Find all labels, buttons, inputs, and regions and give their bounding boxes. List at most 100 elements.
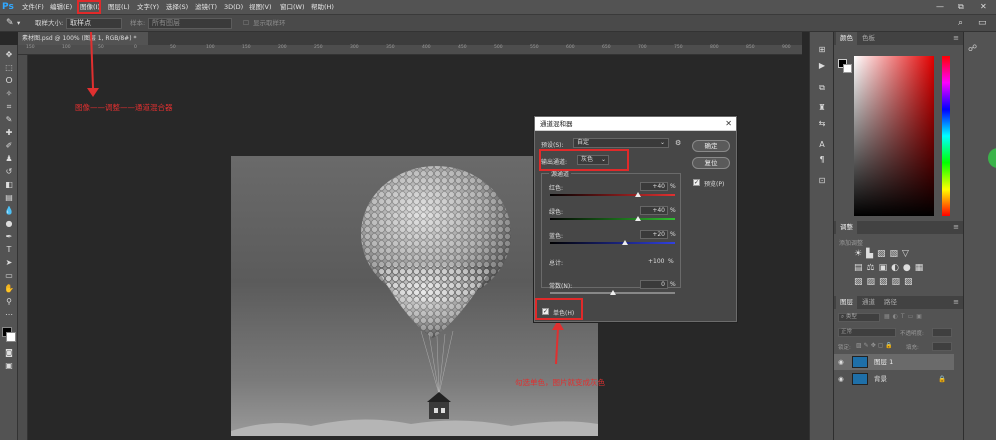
type-tool-icon[interactable]: T	[3, 244, 15, 255]
tab-color[interactable]: 颜色	[836, 32, 857, 45]
lock-icon: 🔒	[938, 375, 947, 383]
paragraph-panel-icon[interactable]: ¶	[816, 154, 828, 165]
red-slider-track[interactable]	[550, 194, 675, 196]
ok-button[interactable]: 确定	[692, 140, 730, 152]
properties-panel-icon[interactable]: ⧉	[816, 82, 828, 93]
layer-kind-label: 类型	[845, 314, 857, 320]
tab-swatches[interactable]: 色板	[858, 32, 879, 45]
tab-layers[interactable]: 图层	[836, 296, 857, 309]
opacity-field[interactable]	[932, 328, 952, 337]
dialog-title: 通道混和器	[535, 117, 736, 131]
blue-slider-track[interactable]	[550, 242, 675, 244]
shape-tool-icon[interactable]: ▭	[3, 270, 15, 281]
lock-icons[interactable]: ▨✎✥▢🔒	[856, 342, 895, 349]
close-window-button[interactable]: ✕	[980, 0, 987, 13]
red-value-field[interactable]: +40	[640, 182, 668, 191]
red-slider-handle[interactable]	[634, 192, 641, 197]
constant-value-field[interactable]: 0	[640, 280, 668, 289]
dodge-tool-icon[interactable]: ●	[3, 218, 15, 229]
adjustment-icons-row-1[interactable]: ☀▙▨▧▽	[854, 249, 913, 259]
tab-channels[interactable]: 通道	[858, 296, 879, 309]
green-value-field[interactable]: +40	[640, 206, 668, 215]
blue-value-field[interactable]: +20	[640, 230, 668, 239]
panel-menu-icon[interactable]: ≡	[953, 221, 959, 234]
tool-preset-chevron-icon[interactable]: ▾	[17, 15, 20, 32]
search-icon[interactable]: ⌕	[958, 15, 963, 32]
menu-type[interactable]: 文字(Y)	[137, 0, 159, 15]
history-brush-icon[interactable]: ↺	[3, 166, 15, 177]
quick-mask-icon[interactable]: ◙	[3, 347, 15, 358]
hand-tool-icon[interactable]: ✋	[3, 283, 15, 294]
panel-menu-icon[interactable]: ≡	[953, 32, 959, 45]
tab-adjustments[interactable]: 调整	[836, 221, 857, 234]
more-tools-icon[interactable]: ⋯	[3, 309, 15, 320]
quick-select-icon[interactable]: ✧	[3, 88, 15, 99]
color-picker-field[interactable]	[854, 56, 934, 216]
adjustment-icons-row-3[interactable]: ▨▨▨▨▨	[854, 277, 917, 287]
layer-kind-filter[interactable]: ⌕ 类型	[838, 313, 880, 322]
eyedropper-icon[interactable]: ✎	[6, 15, 14, 32]
tools-panel: ✥ ⬚ ⵔ ✧ ⌗ ✎ ✚ ✐ ♟ ↺ ◧ ▤ 💧 ● ✒ T ➤ ▭ ✋ ⚲ …	[0, 45, 18, 440]
blur-tool-icon[interactable]: 💧	[3, 205, 15, 216]
tab-paths[interactable]: 路径	[880, 296, 901, 309]
zoom-tool-icon[interactable]: ⚲	[3, 296, 15, 307]
dialog-close-icon[interactable]: ✕	[725, 117, 732, 131]
tool-presets-icon[interactable]: ⇆	[816, 118, 828, 129]
blend-mode-dropdown[interactable]: 正常	[838, 328, 896, 337]
path-select-icon[interactable]: ➤	[3, 257, 15, 268]
menu-view[interactable]: 视图(V)	[249, 0, 272, 15]
healing-brush-icon[interactable]: ✚	[3, 127, 15, 138]
brush-panel-icon[interactable]: ♜	[816, 102, 828, 113]
preset-dropdown[interactable]: 自定 ⌄	[573, 138, 669, 148]
menu-edit[interactable]: 编辑(E)	[50, 0, 72, 15]
actions-panel-icon[interactable]: ▶	[816, 60, 828, 71]
menu-help[interactable]: 帮助(H)	[311, 0, 334, 15]
layer-row[interactable]: ◉ 背景 🔒	[834, 371, 954, 387]
preset-gear-icon[interactable]: ⚙	[675, 139, 681, 147]
eye-icon[interactable]: ◉	[838, 354, 844, 370]
hue-slider[interactable]	[942, 56, 950, 216]
pen-tool-icon[interactable]: ✒	[3, 231, 15, 242]
eraser-tool-icon[interactable]: ◧	[3, 179, 15, 190]
sample-dropdown[interactable]: 所有图层	[148, 18, 232, 29]
workspace-icon[interactable]: ▭	[978, 15, 987, 32]
menu-file[interactable]: 文件(F)	[22, 0, 44, 15]
menu-window[interactable]: 窗口(W)	[280, 0, 305, 15]
constant-slider-handle[interactable]	[609, 290, 616, 295]
blue-value: +20	[652, 231, 665, 238]
layer-row[interactable]: ◉ 图层 1	[834, 354, 954, 370]
layer-filter-icons[interactable]: ▦◐T▭▣	[884, 313, 954, 322]
crop-tool-icon[interactable]: ⌗	[3, 101, 15, 112]
clone-stamp-icon[interactable]: ♟	[3, 153, 15, 164]
preview-checkbox[interactable]: ✓	[693, 179, 700, 186]
character-panel-icon[interactable]: A	[816, 139, 828, 150]
libraries-icon[interactable]: ☍	[968, 44, 977, 54]
minimize-button[interactable]: —	[936, 0, 944, 13]
brush-tool-icon[interactable]: ✐	[3, 140, 15, 151]
show-ring-checkbox[interactable]: ☐	[243, 15, 249, 32]
background-swatch[interactable]	[843, 64, 852, 73]
marquee-tool-icon[interactable]: ⬚	[3, 62, 15, 73]
eyedropper-tool-icon[interactable]: ✎	[3, 114, 15, 125]
history-panel-icon[interactable]: ⊞	[816, 44, 828, 55]
eye-icon[interactable]: ◉	[838, 371, 844, 387]
adjustment-icons-row-2[interactable]: ▤⚖▣◐●▦	[854, 263, 927, 273]
menu-layer[interactable]: 图层(L)	[108, 0, 130, 15]
side-badge-icon[interactable]	[988, 148, 996, 168]
menu-3d[interactable]: 3D(D)	[224, 0, 243, 15]
background-color-swatch[interactable]	[6, 332, 16, 342]
menu-filter[interactable]: 滤镜(T)	[195, 0, 217, 15]
info-panel-icon[interactable]: ⊡	[816, 175, 828, 186]
blue-slider-handle[interactable]	[622, 240, 628, 245]
move-tool-icon[interactable]: ✥	[3, 49, 15, 60]
green-slider-handle[interactable]	[634, 216, 641, 221]
panel-menu-icon[interactable]: ≡	[953, 296, 959, 309]
green-slider-track[interactable]	[550, 218, 675, 220]
reset-button[interactable]: 复位	[692, 157, 730, 169]
fill-field[interactable]	[932, 342, 952, 351]
screen-mode-icon[interactable]: ▣	[3, 360, 15, 371]
restore-button[interactable]: ⧉	[958, 0, 964, 13]
lasso-tool-icon[interactable]: ⵔ	[3, 75, 15, 86]
gradient-tool-icon[interactable]: ▤	[3, 192, 15, 203]
menu-select[interactable]: 选择(S)	[166, 0, 188, 15]
